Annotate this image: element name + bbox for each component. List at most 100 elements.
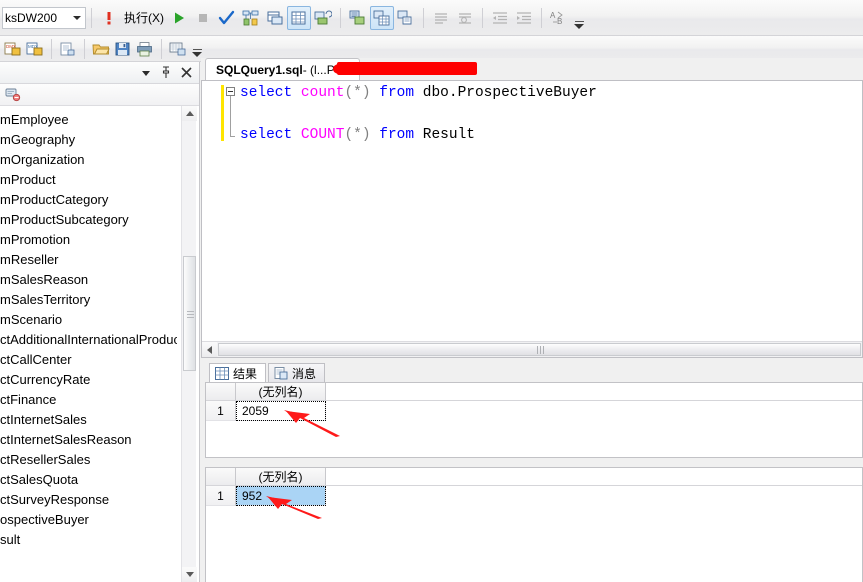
stop-button[interactable] [191,6,215,30]
toolbar2-overflow-button[interactable] [191,38,203,60]
execute-button[interactable] [167,6,191,30]
object-explorer-panel: mEmployee mGeography mOrganization mProduct… [0,62,200,582]
tree-item-label: mProductCategory [0,192,109,207]
tree-item[interactable]: mGeography [0,130,177,150]
tree-item-label: ctResellerSales [0,452,91,467]
tree-item[interactable]: mScenario [0,310,177,330]
close-panel-button[interactable] [177,64,195,82]
actual-plan-icon [291,11,306,24]
scroll-up-button[interactable] [182,106,197,121]
result-grid-1[interactable]: (无列名) 1 2059 [205,382,863,458]
window-position-dropdown[interactable] [137,64,155,82]
tree-item[interactable]: ctAdditionalInternationalProduc [0,330,177,350]
uncomment-lines-icon [459,12,471,24]
object-explorer-tree[interactable]: mEmployee mGeography mOrganization mProduct… [0,106,199,582]
tree-item[interactable]: mPromotion [0,230,177,250]
tree-item[interactable]: ctSalesQuota [0,470,177,490]
tree-item[interactable]: ctFinance [0,390,177,410]
auto-hide-pin-button[interactable] [157,64,175,82]
editor-horizontal-scrollbar[interactable] [202,341,862,357]
code-editor[interactable]: select count(*) from dbo.ProspectiveBuye… [201,80,863,358]
xmla-query-icon [60,42,75,55]
results-to-file-button[interactable] [394,6,418,30]
tree-item[interactable]: ctSurveyResponse [0,490,177,510]
overflow-line [574,20,584,22]
save-disk-icon [115,42,130,55]
connect-object-explorer-button[interactable] [3,84,25,106]
database-selector-combo[interactable]: ksDW200 [2,6,86,29]
tree-item[interactable]: ctInternetSales [0,410,177,430]
tree-item[interactable]: mProductSubcategory [0,210,177,230]
code-line[interactable]: select count(*) from dbo.ProspectiveBuye… [240,83,858,104]
tree-item[interactable]: mEmployee [0,110,177,130]
scrollbar-thumb[interactable] [183,256,196,371]
tree-item-label: ctInternetSalesReason [0,432,132,447]
tree-item[interactable]: ctCurrencyRate [0,370,177,390]
tree-item[interactable]: ctInternetSalesReason [0,430,177,450]
debug-run-button[interactable] [97,6,121,30]
code-line[interactable]: select COUNT(*) from Result [240,125,858,146]
result-cell[interactable]: 952 [236,486,326,506]
execute-label[interactable]: 执行(X) [121,9,167,26]
include-actual-plan-button[interactable] [287,5,311,30]
tree-item[interactable]: ctResellerSales [0,450,177,470]
row-number[interactable]: 1 [206,401,236,421]
overflow-chevron-icon [574,23,584,29]
tree-item[interactable]: sult [0,530,177,550]
row-number[interactable]: 1 [206,486,236,506]
object-explorer-vertical-scrollbar[interactable] [181,106,197,582]
save-button[interactable] [112,38,134,60]
tree-item[interactable]: mProductCategory [0,190,177,210]
tree-item[interactable]: mProduct [0,170,177,190]
tree-item-label: mSalesTerritory [0,292,91,307]
column-header[interactable]: (无列名) [236,383,326,400]
result-grid-1-header: (无列名) [206,383,862,401]
tree-item[interactable]: ctCallCenter [0,350,177,370]
activity-monitor-button[interactable] [167,38,189,60]
new-mdx-query-button[interactable]: MDX [24,38,46,60]
parse-query-button[interactable] [215,6,239,30]
comment-button[interactable] [429,6,453,30]
print-button[interactable] [134,38,156,60]
include-client-statistics-button[interactable] [311,6,335,30]
result-cell[interactable]: 2059 [236,401,326,421]
document-tab-sqlquery1[interactable]: SQLQuery1.sql - (l...PC\ [205,58,477,80]
collapse-region-toggle[interactable] [226,87,235,96]
find-replace-button[interactable]: A B [547,6,571,30]
table-row[interactable]: 1 2059 [206,401,862,421]
grid-corner-cell[interactable] [206,383,236,400]
tree-item[interactable]: mSalesReason [0,270,177,290]
open-file-button[interactable] [90,38,112,60]
increase-indent-button[interactable] [512,6,536,30]
tab-results[interactable]: 结果 [209,363,267,382]
tree-item[interactable]: mSalesTerritory [0,290,177,310]
editor-hscrollbar-thumb[interactable] [218,343,861,356]
tree-item-label: ctFinance [0,392,57,407]
table-row[interactable]: 1 952 [206,486,862,506]
tree-item[interactable]: ospectiveBuyer [0,510,177,530]
uncomment-button[interactable] [453,6,477,30]
close-icon [180,67,192,78]
results-to-text-button[interactable] [346,6,370,30]
display-estimated-plan-button[interactable] [239,6,263,30]
new-dmx-query-button[interactable]: DMX [2,38,24,60]
toolbar-overflow-button[interactable] [573,4,585,32]
scroll-left-button[interactable] [202,342,217,357]
results-to-file-icon [397,10,412,24]
column-header[interactable]: (无列名) [236,468,326,485]
result-grid-2[interactable]: (无列名) 1 952 [205,467,863,582]
scroll-down-button[interactable] [182,567,197,582]
code-line[interactable] [240,104,858,125]
decrease-indent-button[interactable] [488,6,512,30]
query-options-button[interactable] [263,6,287,30]
tree-item[interactable]: mOrganization [0,150,177,170]
new-xmla-query-button[interactable] [57,38,79,60]
tab-messages[interactable]: 消息 [268,363,326,382]
code-text[interactable]: select count(*) from dbo.ProspectiveBuye… [240,83,858,146]
grid-corner-cell[interactable] [206,468,236,485]
tree-item[interactable]: mReseller [0,250,177,270]
unsaved-change-bar [221,85,224,141]
code-token: from [379,85,415,101]
results-to-grid-icon [373,10,390,25]
results-to-grid-button[interactable] [370,5,394,30]
